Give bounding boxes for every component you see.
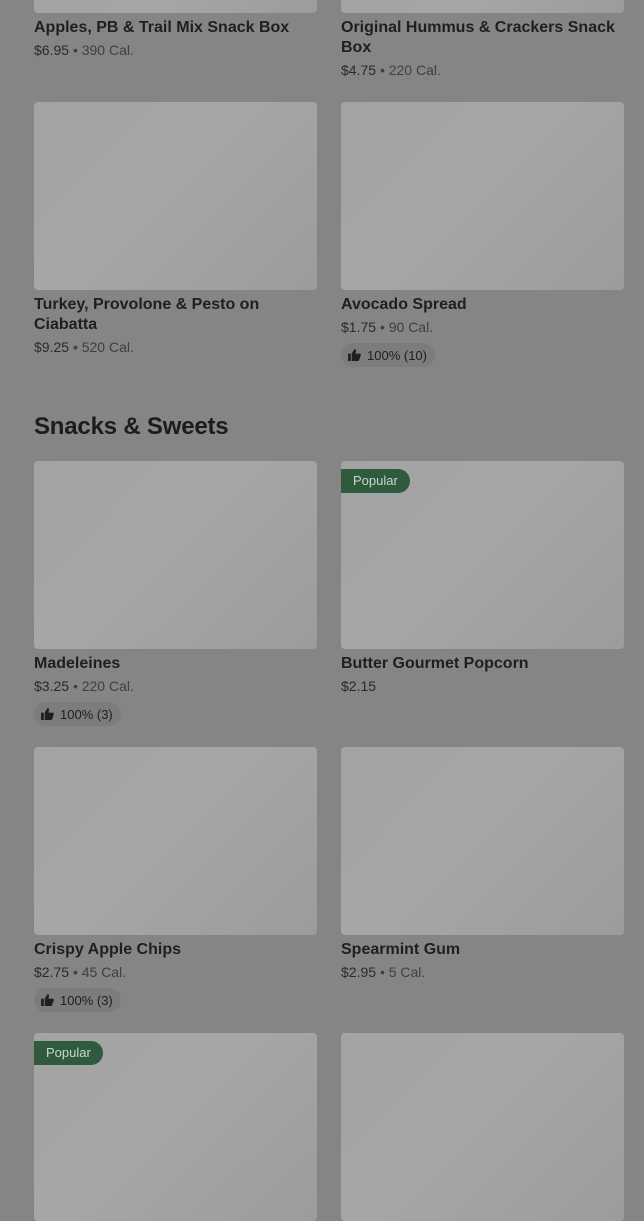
- item-image: [341, 747, 624, 935]
- item-calories: 520 Cal.: [81, 339, 134, 355]
- meta-separator: •: [379, 319, 385, 335]
- rating-badge: 100% (3): [34, 988, 121, 1012]
- item-calories: 220 Cal.: [388, 62, 441, 78]
- item-image: [34, 0, 317, 13]
- item-calories: 390 Cal.: [81, 42, 134, 58]
- item-name: Madeleines: [34, 655, 121, 672]
- menu-item-card[interactable]: Turkey, Provolone & Pesto on Ciabatta $9…: [34, 102, 317, 356]
- item-meta: $2.75 • 45 Cal.: [34, 963, 317, 981]
- meta-separator: •: [72, 339, 78, 355]
- rating-badge: 100% (3): [34, 702, 121, 726]
- menu-item-card[interactable]: Avocado Spread $1.75 • 90 Cal. 100% (10): [341, 102, 624, 367]
- menu-item-card[interactable]: Popular: [34, 1033, 317, 1221]
- menu-item-card[interactable]: Popular Butter Gourmet Popcorn $2.15: [341, 461, 624, 695]
- item-calories: 45 Cal.: [81, 964, 127, 980]
- item-meta: $4.75 • 220 Cal.: [341, 61, 624, 79]
- menu-item-card[interactable]: [341, 1033, 624, 1221]
- thumbs-up-icon: [348, 349, 361, 361]
- item-price: $2.95: [341, 964, 377, 980]
- item-price: $1.75: [341, 319, 377, 335]
- menu-item-card[interactable]: Original Hummus & Crackers Snack Box $4.…: [341, 0, 624, 79]
- item-meta: $6.95 • 390 Cal.: [34, 41, 317, 59]
- rating-text: 100% (10): [367, 347, 427, 363]
- thumbs-up-icon: [41, 708, 54, 720]
- item-name: Turkey, Provolone & Pesto on Ciabatta: [34, 296, 260, 333]
- item-calories: 220 Cal.: [81, 678, 134, 694]
- item-price: $2.15: [341, 678, 377, 694]
- item-price: $4.75: [341, 62, 377, 78]
- popular-badge: Popular: [34, 1041, 103, 1065]
- menu-item-card[interactable]: Apples, PB & Trail Mix Snack Box $6.95 •…: [34, 0, 317, 59]
- item-meta: $9.25 • 520 Cal.: [34, 338, 317, 356]
- item-meta: $3.25 • 220 Cal.: [34, 677, 317, 695]
- meta-separator: •: [72, 964, 78, 980]
- item-image: [341, 1033, 624, 1221]
- menu-item-card[interactable]: Crispy Apple Chips $2.75 • 45 Cal. 100% …: [34, 747, 317, 1012]
- meta-separator: •: [72, 42, 78, 58]
- item-calories: 5 Cal.: [388, 964, 426, 980]
- item-meta: $2.15: [341, 677, 624, 695]
- item-name: Butter Gourmet Popcorn: [341, 655, 529, 672]
- item-image: [341, 102, 624, 290]
- item-name: Crispy Apple Chips: [34, 941, 181, 958]
- item-image: Popular: [34, 1033, 317, 1221]
- item-price: $3.25: [34, 678, 70, 694]
- item-image: [34, 747, 317, 935]
- item-price: $9.25: [34, 339, 70, 355]
- popular-badge: Popular: [341, 469, 410, 493]
- item-name: Apples, PB & Trail Mix Snack Box: [34, 19, 290, 36]
- meta-separator: •: [379, 964, 385, 980]
- meta-separator: •: [379, 62, 385, 78]
- item-image: [34, 461, 317, 649]
- meta-separator: •: [72, 678, 78, 694]
- item-name: Original Hummus & Crackers Snack Box: [341, 19, 615, 56]
- menu-item-card[interactable]: Spearmint Gum $2.95 • 5 Cal.: [341, 747, 624, 981]
- item-price: $6.95: [34, 42, 70, 58]
- thumbs-up-icon: [41, 994, 54, 1006]
- item-name: Avocado Spread: [341, 296, 467, 313]
- item-name: Spearmint Gum: [341, 941, 461, 958]
- rating-text: 100% (3): [60, 992, 113, 1008]
- item-image: [34, 102, 317, 290]
- menu-page: Apples, PB & Trail Mix Snack Box $6.95 •…: [0, 0, 644, 1221]
- menu-item-card[interactable]: Madeleines $3.25 • 220 Cal. 100% (3): [34, 461, 317, 726]
- item-meta: $2.95 • 5 Cal.: [341, 963, 624, 981]
- item-price: $2.75: [34, 964, 70, 980]
- rating-badge: 100% (10): [341, 343, 435, 367]
- item-meta: $1.75 • 90 Cal.: [341, 318, 624, 336]
- item-image: [341, 0, 624, 13]
- item-image: Popular: [341, 461, 624, 649]
- rating-text: 100% (3): [60, 706, 113, 722]
- section-title: Snacks & Sweets: [34, 413, 229, 440]
- item-calories: 90 Cal.: [388, 319, 434, 335]
